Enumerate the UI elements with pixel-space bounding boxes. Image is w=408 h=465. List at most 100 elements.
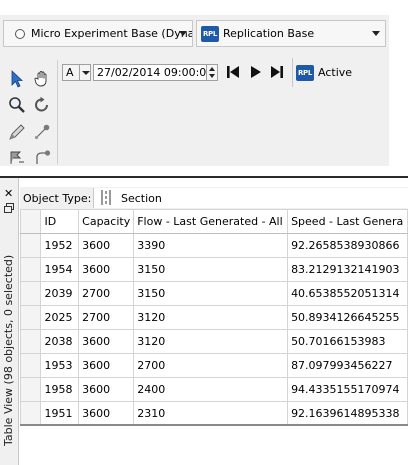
row-header[interactable] — [20, 377, 42, 402]
toolbar-separator — [57, 60, 58, 164]
table-row[interactable]: 2039 2700 3150 40.6538552051314 — [20, 281, 408, 306]
cell-id[interactable]: 2038 — [40, 329, 80, 354]
column-header-flow[interactable]: Flow - Last Generated - All — [133, 209, 289, 234]
cell-flow[interactable]: 3120 — [133, 329, 289, 354]
draw-pen-icon[interactable] — [6, 121, 28, 143]
skip-start-icon — [227, 66, 239, 78]
cell-flow[interactable]: 3390 — [133, 233, 289, 258]
table-row[interactable]: 1954 3600 3150 83.2129132141903 — [20, 257, 408, 282]
cell-capacity[interactable]: 3600 — [78, 233, 135, 258]
row-header[interactable] — [20, 401, 42, 426]
row-header[interactable] — [20, 353, 42, 378]
spin-down-icon[interactable] — [209, 74, 215, 78]
object-table: ID Capacity Flow - Last Generated - All … — [20, 209, 408, 449]
section-icon — [99, 190, 113, 205]
experiment-base-label: Micro Experiment Base (Dynam — [31, 27, 192, 40]
cell-capacity[interactable]: 3600 — [78, 401, 135, 426]
replication-dropdown[interactable]: RPL Replication Base — [196, 20, 386, 47]
flag-tool-icon[interactable] — [6, 146, 28, 168]
pan-hand-icon[interactable] — [31, 68, 53, 90]
cell-flow[interactable]: 2310 — [133, 401, 289, 426]
cell-id[interactable]: 2025 — [40, 305, 80, 330]
node-tool-icon[interactable] — [31, 121, 53, 143]
radio-icon — [15, 28, 25, 39]
rewind-to-start-button[interactable] — [224, 63, 242, 81]
chevron-down-icon[interactable] — [79, 65, 91, 80]
cell-capacity[interactable]: 2700 — [78, 281, 135, 306]
object-type-label: Object Type: — [23, 192, 92, 205]
play-icon — [251, 66, 261, 78]
table-footer-area — [20, 426, 408, 465]
object-type-row: Object Type: Section — [20, 187, 408, 209]
play-button[interactable] — [246, 63, 264, 81]
cell-flow[interactable]: 3120 — [133, 305, 289, 330]
close-icon[interactable]: ✕ — [4, 187, 13, 200]
cell-speed[interactable]: 50.70166153983 — [287, 329, 408, 354]
cell-flow[interactable]: 3150 — [133, 257, 289, 282]
datetime-field[interactable]: 27/02/2014 09:00:00 — [93, 64, 218, 81]
mode-selector-value: A — [66, 66, 74, 79]
cell-speed[interactable]: 87.097993456227 — [287, 353, 408, 378]
column-header-capacity[interactable]: Capacity — [78, 209, 135, 234]
select-arrow-icon[interactable] — [6, 68, 28, 90]
cell-id[interactable]: 1951 — [40, 401, 80, 426]
cell-flow[interactable]: 3150 — [133, 281, 289, 306]
datetime-spinner[interactable] — [206, 65, 217, 80]
table-row[interactable]: 2025 2700 3120 50.8934126645255 — [20, 305, 408, 330]
restore-window-icon[interactable] — [4, 203, 14, 213]
cell-speed[interactable]: 92.2658538930866 — [287, 233, 408, 258]
cell-capacity[interactable]: 3600 — [78, 329, 135, 354]
table-row[interactable]: 1953 3600 2700 87.097993456227 — [20, 353, 408, 378]
zoom-icon[interactable] — [6, 94, 28, 116]
object-type-value: Section — [121, 192, 162, 205]
row-header-corner — [20, 209, 42, 234]
skip-to-end-button[interactable] — [268, 63, 286, 81]
column-header-id[interactable]: ID — [40, 209, 80, 234]
cell-id[interactable]: 1958 — [40, 377, 80, 402]
table-row[interactable]: 1952 3600 3390 92.2658538930866 — [20, 233, 408, 258]
table-row[interactable]: 1958 3600 2400 94.4335155170974 — [20, 377, 408, 402]
datetime-value: 27/02/2014 09:00:00 — [97, 66, 214, 79]
cell-flow[interactable]: 2400 — [133, 377, 289, 402]
cell-speed[interactable]: 40.6538552051314 — [287, 281, 408, 306]
object-type-selector[interactable]: Section — [93, 188, 408, 208]
row-header[interactable] — [20, 329, 42, 354]
table-row[interactable]: 2038 3600 3120 50.70166153983 — [20, 329, 408, 354]
table-row[interactable]: 1951 3600 2310 92.1639614895338 — [20, 401, 408, 426]
experiment-base-dropdown[interactable]: Micro Experiment Base (Dynam — [3, 20, 193, 47]
cell-flow[interactable]: 2700 — [133, 353, 289, 378]
cell-capacity[interactable]: 3600 — [78, 353, 135, 378]
skip-end-icon — [271, 66, 283, 78]
cell-capacity[interactable]: 3600 — [78, 257, 135, 282]
replication-label: Replication Base — [223, 27, 315, 40]
cell-speed[interactable]: 50.8934126645255 — [287, 305, 408, 330]
panel-divider[interactable] — [0, 176, 408, 178]
row-header[interactable] — [20, 281, 42, 306]
chevron-down-icon — [372, 31, 380, 36]
mode-selector[interactable]: A — [62, 64, 91, 81]
connector-tool-icon[interactable] — [31, 146, 53, 168]
top-strip — [0, 0, 389, 15]
cell-capacity[interactable]: 3600 — [78, 377, 135, 402]
spin-up-icon[interactable] — [209, 67, 215, 71]
cell-speed[interactable]: 94.4335155170974 — [287, 377, 408, 402]
row-header[interactable] — [20, 257, 42, 282]
row-header[interactable] — [20, 305, 42, 330]
replication-status: RPL Active — [292, 58, 389, 87]
cell-speed[interactable]: 92.1639614895338 — [287, 401, 408, 426]
replication-icon: RPL — [201, 25, 219, 42]
table-view-title: Table View (98 objects, 0 selected) — [2, 254, 15, 446]
replication-status-text: Active — [318, 66, 353, 79]
cell-id[interactable]: 1952 — [40, 233, 80, 258]
rotate-icon[interactable] — [31, 94, 53, 116]
row-header[interactable] — [20, 233, 42, 258]
table: ID Capacity Flow - Last Generated - All … — [20, 209, 408, 449]
cell-id[interactable]: 1954 — [40, 257, 80, 282]
column-header-speed[interactable]: Speed - Last Genera — [287, 209, 408, 234]
table-header-row: ID Capacity Flow - Last Generated - All … — [20, 209, 408, 234]
cell-capacity[interactable]: 2700 — [78, 305, 135, 330]
replication-status-icon: RPL — [296, 64, 314, 81]
cell-id[interactable]: 1953 — [40, 353, 80, 378]
cell-speed[interactable]: 83.2129132141903 — [287, 257, 408, 282]
cell-id[interactable]: 2039 — [40, 281, 80, 306]
